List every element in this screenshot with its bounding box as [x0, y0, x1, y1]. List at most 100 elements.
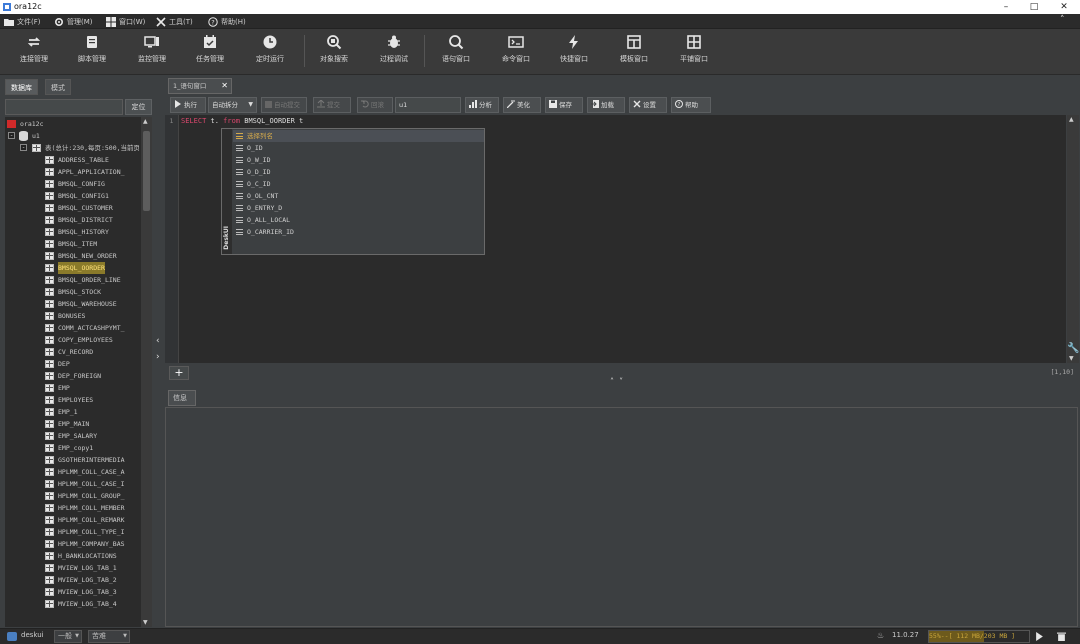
menu-manage[interactable]: 管理(M)	[54, 15, 93, 28]
tree-node-table[interactable]: MVIEW_LOG_TAB_4	[5, 598, 139, 610]
tree-scrollbar[interactable]: ▲ ▼	[141, 117, 152, 627]
add-result-button[interactable]: +	[169, 366, 189, 380]
memory-usage-bar[interactable]: 55%--[ 112 MB/203 MB ]	[928, 630, 1030, 643]
tree-node-table[interactable]: BMSQL_ORDER_LINE	[5, 274, 139, 286]
autocomplete-item[interactable]: O_ALL_LOCAL	[233, 214, 484, 226]
menu-help[interactable]: ? 帮助(H)	[208, 15, 246, 28]
tree-scroll-thumb[interactable]	[143, 131, 150, 211]
toolbar-tile-window[interactable]: 平铺窗口	[666, 31, 722, 73]
tree-node-table[interactable]: HPLMM_COMPANY_BAS	[5, 538, 139, 550]
tree-node-table[interactable]: H_BANKLOCATIONS	[5, 550, 139, 562]
tree-node-table[interactable]: BMSQL_DISTRICT	[5, 214, 139, 226]
toolbar-statement-window[interactable]: 语句窗口	[428, 31, 484, 73]
autocomplete-item[interactable]: O_OL_CNT	[233, 190, 484, 202]
collapse-left-icon[interactable]: ‹	[156, 336, 160, 346]
editor-scrollbar[interactable]: ▲ 🔧 ▼	[1067, 115, 1079, 363]
tree-node-table[interactable]: BMSQL_HISTORY	[5, 226, 139, 238]
tree-node-table[interactable]: MVIEW_LOG_TAB_3	[5, 586, 139, 598]
tab-statement-window[interactable]: 1_语句窗口 ✕	[168, 78, 232, 94]
tree-node-table[interactable]: BMSQL_CONFIG1	[5, 190, 139, 202]
menu-file[interactable]: 文件(F)	[4, 15, 41, 28]
locate-button[interactable]: 定位	[125, 99, 152, 115]
tree-node-table[interactable]: APPL_APPLICATION_	[5, 166, 139, 178]
trash-icon[interactable]	[1056, 631, 1068, 642]
auto-commit-checkbox[interactable]: 自动提交	[261, 97, 307, 113]
tree-node-table[interactable]: HPLMM_COLL_CASE_A	[5, 466, 139, 478]
rollback-button[interactable]: 回滚	[357, 97, 393, 113]
scroll-down-icon[interactable]: ▼	[1069, 355, 1074, 362]
save-button[interactable]: 保存	[545, 97, 583, 113]
tree-node-table[interactable]: COMM_ACTCASHPYMT_	[5, 322, 139, 334]
close-tab-icon[interactable]: ✕	[221, 79, 228, 93]
autocomplete-item[interactable]: O_CARRIER_ID	[233, 226, 484, 238]
collapse-icon[interactable]: -	[8, 132, 15, 139]
commit-button[interactable]: 提交	[313, 97, 351, 113]
menu-tools[interactable]: 工具(T)	[156, 15, 193, 28]
scroll-up-icon[interactable]: ▲	[143, 118, 148, 125]
autocomplete-item[interactable]: O_C_ID	[233, 178, 484, 190]
maximize-button[interactable]: □	[1020, 0, 1048, 14]
tree-node-table[interactable]: HPLMM_COLL_GROUP_	[5, 490, 139, 502]
analyze-button[interactable]: 分析	[465, 97, 499, 113]
collapse-toolbar-icon[interactable]: ˄	[1060, 15, 1065, 25]
chevron-up-icon[interactable]: ˄	[610, 377, 614, 386]
tab-info[interactable]: 信息	[168, 390, 196, 406]
locate-input[interactable]	[5, 99, 123, 115]
tree-node-table[interactable]: EMPLOYEES	[5, 394, 139, 406]
chevron-down-icon[interactable]: ˅	[619, 377, 623, 386]
autocomplete-item[interactable]: O_D_ID	[233, 166, 484, 178]
level-select[interactable]: 一般 ▼	[54, 630, 82, 643]
expand-right-icon[interactable]: ›	[156, 352, 160, 362]
tab-schema[interactable]: 模式	[45, 79, 71, 95]
tree-node-table[interactable]: ADDRESS_TABLE	[5, 154, 139, 166]
schema-input[interactable]: u1	[395, 97, 461, 113]
toolbar-procedure-debug[interactable]: 过程调试	[366, 31, 422, 73]
tree-node-table[interactable]: BMSQL_CONFIG	[5, 178, 139, 190]
run-icon[interactable]	[1034, 631, 1046, 642]
tree-node-table[interactable]: BMSQL_OORDER	[5, 262, 139, 274]
load-button[interactable]: 加载	[587, 97, 625, 113]
tree-node-table[interactable]: EMP_copy1	[5, 442, 139, 454]
toolbar-template-window[interactable]: 模板窗口	[606, 31, 662, 73]
toolbar-script-manage[interactable]: 脚本管理	[64, 31, 120, 73]
tree-node-table[interactable]: MVIEW_LOG_TAB_1	[5, 562, 139, 574]
scroll-up-icon[interactable]: ▲	[1069, 116, 1074, 123]
tree-node-table[interactable]: EMP_1	[5, 406, 139, 418]
settings-button[interactable]: 设置	[629, 97, 667, 113]
autocomplete-item[interactable]: O_W_ID	[233, 154, 484, 166]
tree-node-table[interactable]: DEP_FOREIGN	[5, 370, 139, 382]
tree-node-table[interactable]: BMSQL_NEW_ORDER	[5, 250, 139, 262]
tree-node-table[interactable]: CV_RECORD	[5, 346, 139, 358]
menu-window[interactable]: 窗口(W)	[106, 15, 145, 28]
beautify-button[interactable]: 美化	[503, 97, 541, 113]
code-line[interactable]: SELECT t. from BMSQL_OORDER t	[181, 117, 303, 125]
scroll-down-icon[interactable]: ▼	[143, 619, 148, 626]
tree-node-table[interactable]: HPLMM_COLL_TYPE_I	[5, 526, 139, 538]
auto-split-select[interactable]: 自动拆分 ▼	[208, 97, 257, 113]
toolbar-task-manage[interactable]: 任务管理	[182, 31, 238, 73]
toolbar-monitor-manage[interactable]: 监控管理	[124, 31, 180, 73]
wrench-icon[interactable]: 🔧	[1067, 343, 1079, 354]
execute-button[interactable]: 执行	[170, 97, 206, 113]
tree-node-table[interactable]: HPLMM_COLL_MEMBER	[5, 502, 139, 514]
tree-node-table[interactable]: BMSQL_CUSTOMER	[5, 202, 139, 214]
toolbar-quick-window[interactable]: 快捷窗口	[546, 31, 602, 73]
toolbar-object-search[interactable]: 对象搜索	[306, 31, 362, 73]
tree-node-schema[interactable]: - u1	[5, 130, 139, 142]
tree-node-table[interactable]: BMSQL_STOCK	[5, 286, 139, 298]
tree-node-table[interactable]: DEP	[5, 358, 139, 370]
help-button[interactable]: ? 帮助	[671, 97, 711, 113]
minimize-button[interactable]: –	[992, 0, 1020, 14]
close-button[interactable]: ✕	[1050, 0, 1078, 14]
tree-node-table[interactable]: BMSQL_WAREHOUSE	[5, 298, 139, 310]
tree-node-table[interactable]: HPLMM_COLL_REMARK	[5, 514, 139, 526]
tree-node-table[interactable]: MVIEW_LOG_TAB_2	[5, 574, 139, 586]
tree-node-table[interactable]: BONUSES	[5, 310, 139, 322]
tab-database[interactable]: 数据库	[5, 79, 38, 95]
tree-node-table[interactable]: GSOTHERINTERMEDIA	[5, 454, 139, 466]
tree-node-table[interactable]: BMSQL_ITEM	[5, 238, 139, 250]
toolbar-scheduled-run[interactable]: 定时运行	[242, 31, 298, 73]
autocomplete-item[interactable]: O_ENTRY_D	[233, 202, 484, 214]
tree-node-table[interactable]: EMP_SALARY	[5, 430, 139, 442]
autocomplete-item[interactable]: O_ID	[233, 142, 484, 154]
